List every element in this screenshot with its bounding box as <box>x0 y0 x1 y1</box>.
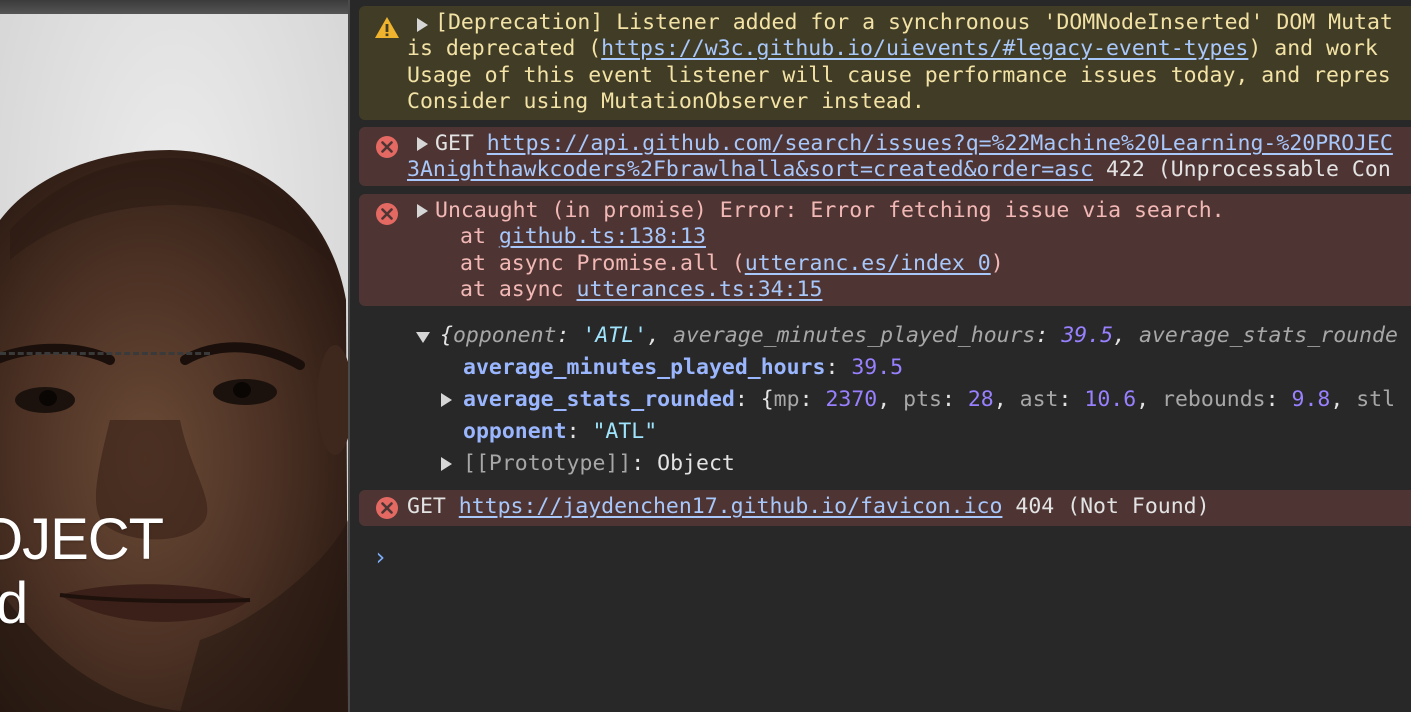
object-prop-opponent: opponent: "ATL" <box>463 419 658 444</box>
object-summary[interactable]: {opponent: 'ATL', average_minutes_played… <box>440 323 1398 349</box>
console-error-favicon-404[interactable]: GET https://jaydenchen17.github.io/favic… <box>359 490 1411 526</box>
favicon-url-link[interactable]: https://jaydenchen17.github.io/favicon.i… <box>459 494 1003 519</box>
dashed-divider <box>0 352 210 355</box>
stack-frame-1: at github.ts:138:13 <box>460 224 706 249</box>
collapsed-triangle-icon[interactable] <box>441 457 452 471</box>
warning-line-1: [Deprecation] Listener added for a synch… <box>435 10 1393 35</box>
devtools-console: [Deprecation] Listener added for a synch… <box>350 0 1411 712</box>
uncaught-error-message: Uncaught (in promise) Error: Error fetch… <box>435 198 1225 223</box>
warning-triangle-icon <box>375 17 399 38</box>
console-prompt-chevron-icon[interactable]: › <box>373 544 387 571</box>
stack-frame-link-utterances-ts[interactable]: utterances.ts:34:15 <box>577 277 823 302</box>
warning-line-2: is deprecated (https://w3c.github.io/uie… <box>407 36 1378 61</box>
stack-frame-2: at async Promise.all (utteranc.es/index … <box>460 251 1004 276</box>
search-issues-url-link-cont[interactable]: 3Anighthawkcoders%2Fbrawlhalla&sort=crea… <box>407 157 1093 182</box>
expanded-triangle-icon[interactable] <box>416 332 430 343</box>
console-warning-message[interactable]: [Deprecation] Listener added for a synch… <box>359 6 1411 120</box>
network-error-line-2: 3Anighthawkcoders%2Fbrawlhalla&sort=crea… <box>407 157 1391 182</box>
page-top-bar <box>0 0 348 14</box>
page-subheading-fragment: d <box>0 571 28 636</box>
disclosure-triangle-icon[interactable] <box>417 204 428 218</box>
stack-frame-link-github-ts[interactable]: github.ts:138:13 <box>499 224 706 249</box>
console-error-uncaught[interactable]: Uncaught (in promise) Error: Error fetch… <box>359 194 1411 306</box>
disclosure-triangle-icon[interactable] <box>417 18 428 32</box>
page-preview: OJECT d <box>0 0 348 712</box>
legacy-event-types-link[interactable]: https://w3c.github.io/uievents/#legacy-e… <box>601 36 1248 61</box>
object-prop-stats[interactable]: average_stats_rounded: {mp: 2370, pts: 2… <box>463 387 1395 413</box>
search-issues-url-link[interactable]: https://api.github.com/search/issues?q=%… <box>487 131 1393 156</box>
stack-frame-3: at async utterances.ts:34:15 <box>460 277 823 302</box>
disclosure-triangle-icon[interactable] <box>417 137 428 151</box>
error-circle-icon <box>376 136 398 158</box>
console-error-network-422[interactable]: GET https://api.github.com/search/issues… <box>359 127 1411 186</box>
warning-line-3: Usage of this event listener will cause … <box>407 63 1391 88</box>
error-circle-icon <box>376 203 398 225</box>
error-circle-icon <box>376 497 398 519</box>
stack-frame-link-utteranc-index[interactable]: utteranc.es/index 0 <box>745 251 991 276</box>
collapsed-triangle-icon[interactable] <box>441 393 452 407</box>
network-error-line-1: GET https://api.github.com/search/issues… <box>435 131 1393 156</box>
object-prop-minutes: average_minutes_played_hours: 39.5 <box>463 355 904 380</box>
favicon-error-line: GET https://jaydenchen17.github.io/favic… <box>407 494 1210 519</box>
page-heading-fragment: OJECT <box>0 507 164 572</box>
portrait-image <box>0 0 348 712</box>
object-prototype[interactable]: [[Prototype]]: Object <box>463 451 735 477</box>
warning-line-4: Consider using MutationObserver instead. <box>407 89 925 114</box>
